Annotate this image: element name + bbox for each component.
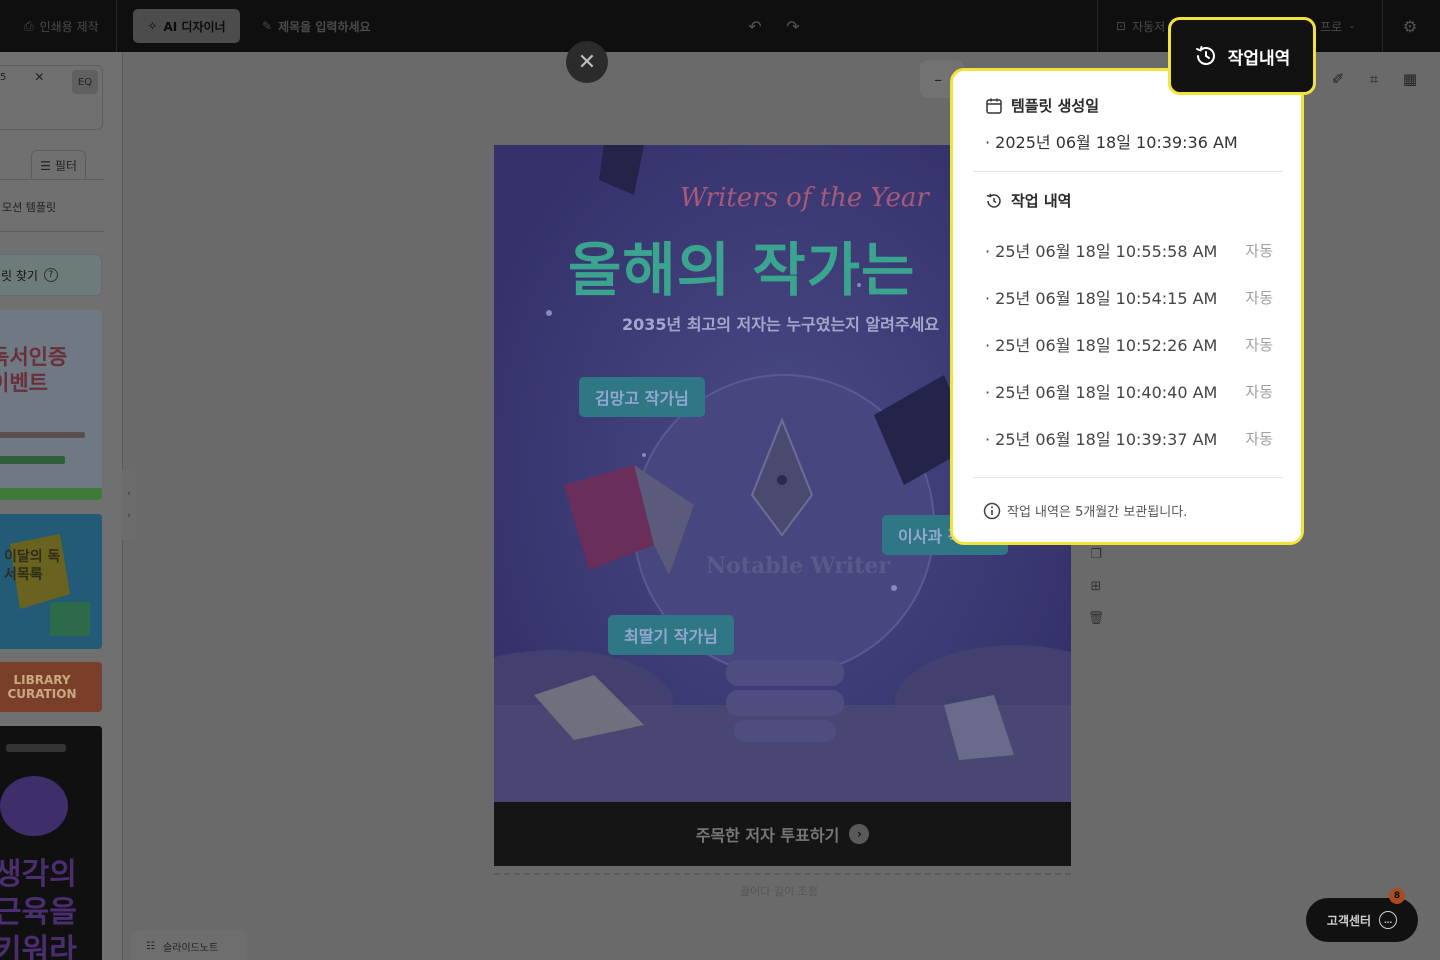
work-history-popover: 템플릿 생성일 · 2025년 06월 18일 10:39:36 AM 작업 내… <box>950 68 1304 545</box>
edit-cloud-icon: ✎ <box>262 19 273 33</box>
undo-icon[interactable]: ↶ <box>745 16 765 36</box>
grid-icon[interactable]: ▦ <box>1397 66 1423 92</box>
retention-note: 작업 내역은 5개월간 보관됩니다. <box>983 501 1187 520</box>
template-thumbnail[interactable]: 독서인증 이벤트 <box>0 310 102 500</box>
chat-bubble-icon: … <box>1379 911 1398 929</box>
entry-type-label: 자동 <box>1245 429 1273 448</box>
save-icon: ⊡ <box>1116 19 1127 33</box>
chevron-down-icon: ⌄ <box>1348 21 1356 31</box>
entry-type-label: 자동 <box>1245 241 1273 260</box>
magic-wand-icon: ✧ <box>147 19 158 33</box>
redo-icon[interactable]: ↷ <box>783 16 803 36</box>
entry-type-label: 자동 <box>1245 382 1273 401</box>
sidebar-collapse-handle[interactable]: ‹ › <box>122 470 136 540</box>
crop-icon[interactable]: ⌗ <box>1361 66 1387 92</box>
poster-main-title: 올해의 작가는 <box>568 236 916 304</box>
copy-icon[interactable]: ❐ <box>1086 544 1106 564</box>
divider <box>1097 0 1098 52</box>
settings-gear-icon[interactable]: ⚙ <box>1400 16 1420 36</box>
thumbnail-art <box>0 310 102 500</box>
thumbnail-title: 생각의 근육을 키워라 <box>0 857 77 960</box>
template-thumbnail[interactable]: 이달의 독서목록 <box>0 514 102 649</box>
thumbnail-title: LIBRARY CURATION <box>7 673 77 701</box>
template-sidebar: 5 ✕ EQ ☰ 필터 모션 템플릿 릿 찾기 ? 독서인증 이벤트 이달의 독… <box>0 52 123 960</box>
calendar-icon <box>986 98 1002 114</box>
vote-button[interactable]: 주목한 저자 투표하기 › <box>494 802 1071 866</box>
created-date: · 2025년 06월 18일 10:39:36 AM <box>985 133 1238 152</box>
arrow-right-icon: › <box>849 824 870 844</box>
autosave-button[interactable]: ⊡ 자동저 <box>1116 0 1165 52</box>
history-heading: 작업 내역 <box>985 190 1071 211</box>
thumbnail-title: 이달의 독서목록 <box>4 549 61 583</box>
entry-type-label: 자동 <box>1245 288 1273 307</box>
add-page-icon[interactable]: ⊞ <box>1086 576 1106 596</box>
print-production-button[interactable]: ⎙ 인쇄용 제작 <box>24 0 99 52</box>
filter-button[interactable]: ☰ 필터 <box>31 150 86 180</box>
clear-icon[interactable]: ✕ <box>34 70 44 84</box>
list-icon: ☷ <box>146 940 155 952</box>
divider <box>1382 0 1383 52</box>
poster-subtitle: 2035년 최고의 저자는 누구였는지 알려주세요 <box>622 315 940 334</box>
divider <box>0 231 104 232</box>
search-input[interactable]: 5 ✕ <box>0 70 44 84</box>
thumbnail-title: 독서인증 이벤트 <box>0 345 68 395</box>
history-entry[interactable]: · 25년 06월 18일 10:52:26 AM 자동 <box>985 332 1273 356</box>
chevron-right-icon[interactable]: › <box>127 511 131 521</box>
history-entry[interactable]: · 25년 06월 18일 10:55:58 AM 자동 <box>985 238 1273 262</box>
close-button[interactable]: ✕ <box>566 41 608 83</box>
printer-icon: ⎙ <box>24 18 34 33</box>
resize-hint: 끌어다 길이 조정 <box>740 885 818 898</box>
created-heading: 템플릿 생성일 <box>985 95 1099 116</box>
history-entry[interactable]: · 25년 06월 18일 10:39:37 AM 자동 <box>985 426 1273 450</box>
divider <box>973 477 1283 478</box>
history-entry[interactable]: · 25년 06월 18일 10:40:40 AM 자동 <box>985 379 1273 403</box>
customer-center-button[interactable]: 고객센터 … <box>1306 898 1418 942</box>
history-clock-icon <box>1195 46 1215 65</box>
motion-template-filter[interactable]: 모션 템플릿 <box>2 199 56 215</box>
help-circle-icon: ? <box>43 268 58 282</box>
find-template-button[interactable]: 릿 찾기 ? <box>0 254 102 296</box>
ruler-icon[interactable]: ✐ <box>1325 66 1351 92</box>
work-history-button[interactable]: 작업내역 <box>1168 17 1316 95</box>
plan-dropdown[interactable]: 프로 ⌄ <box>1320 0 1356 52</box>
history-icon <box>986 193 1001 208</box>
template-thumbnail[interactable]: LIBRARY CURATION <box>0 662 102 712</box>
writer-tag: 최딸기 작가님 <box>608 615 734 655</box>
notable-writer-label: Notable Writer <box>706 553 891 579</box>
template-thumbnail[interactable]: 생각의 근육을 키워라 <box>0 726 102 960</box>
poster-script-title: Writers of the Year <box>680 183 929 213</box>
writer-tag: 김망고 작가님 <box>579 377 705 417</box>
chevron-left-icon[interactable]: ‹ <box>127 489 131 499</box>
entry-type-label: 자동 <box>1245 335 1273 354</box>
title-input[interactable]: ✎ 제목을 입력하세요 <box>262 0 371 52</box>
divider <box>0 179 104 180</box>
divider <box>116 0 117 52</box>
resize-handle[interactable] <box>494 873 1071 875</box>
slide-notes-tab[interactable]: ☷ 슬라이드노트 <box>131 930 247 960</box>
notification-badge: 8 <box>1389 888 1405 904</box>
trash-icon[interactable]: 🗑 <box>1086 608 1106 628</box>
ai-designer-button[interactable]: ✧ AI 디자이너 <box>133 9 240 43</box>
divider <box>973 171 1283 172</box>
history-entry[interactable]: · 25년 06월 18일 10:54:15 AM 자동 <box>985 285 1273 309</box>
info-icon <box>983 502 1001 519</box>
sliders-icon: ☰ <box>40 158 51 173</box>
search-button[interactable]: EQ <box>72 70 98 94</box>
